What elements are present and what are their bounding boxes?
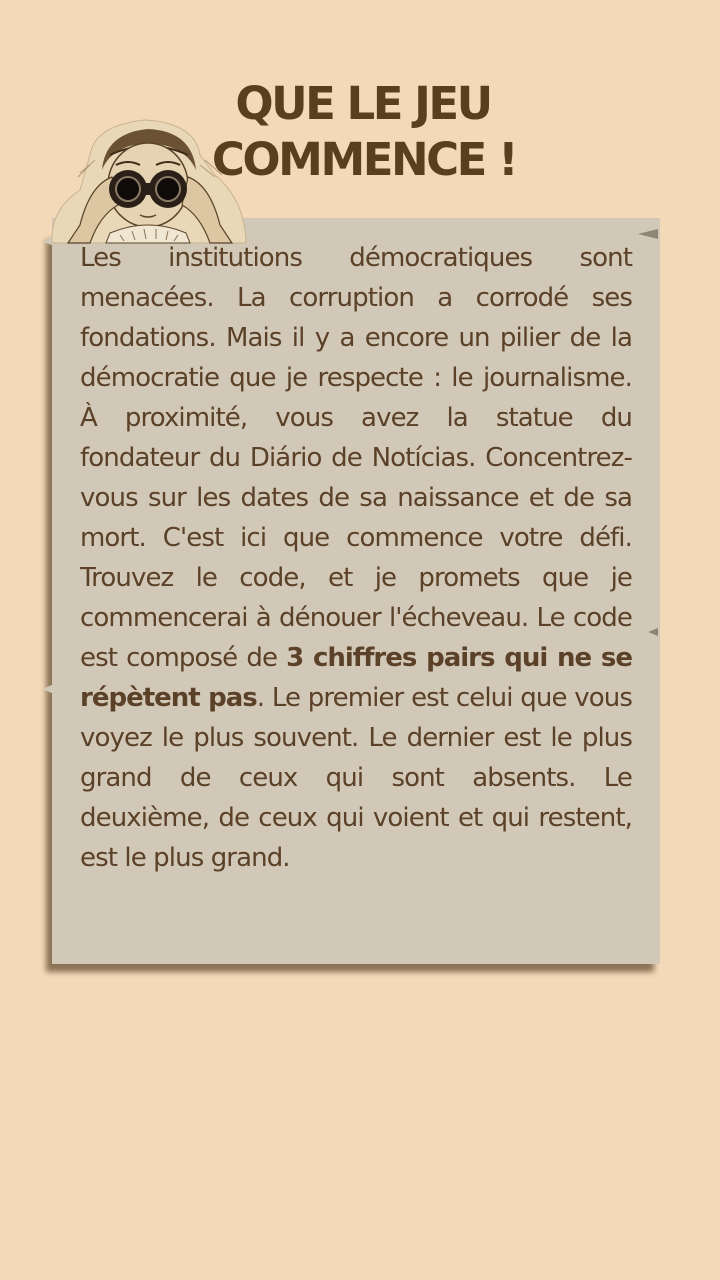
paper-tear-right-top (638, 229, 658, 239)
paper-tear-right-mid (648, 628, 658, 636)
riddle-text: Les institutions démocratiques sont mena… (80, 238, 633, 878)
binoculars-woman-icon (51, 119, 247, 244)
riddle-text-part-1: Les institutions démocratiques sont mena… (80, 243, 633, 673)
paper-tear-bottom (372, 955, 390, 964)
paper-tear-left-mid (42, 684, 54, 694)
